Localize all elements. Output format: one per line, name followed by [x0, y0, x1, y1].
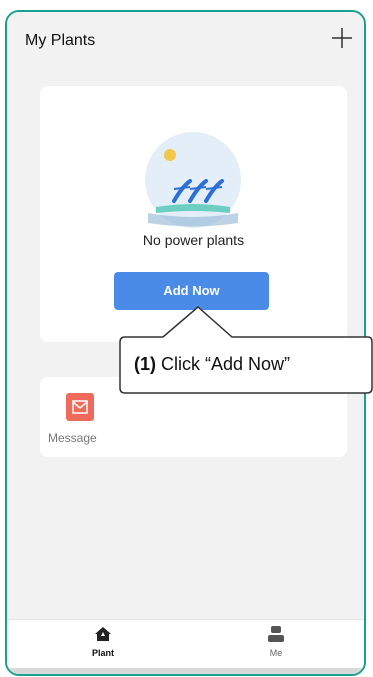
bottom-strip — [7, 668, 364, 674]
tab-me-label: Me — [269, 648, 283, 658]
callout-text: (1) Click “Add Now” — [134, 354, 290, 375]
tab-plant[interactable]: Plant — [73, 626, 133, 658]
empty-state-text: No power plants — [142, 232, 245, 248]
person-icon — [267, 626, 285, 646]
callout-instruction: Click “Add Now” — [161, 354, 291, 374]
callout-step: (1) — [134, 354, 156, 374]
page-title: My Plants — [25, 32, 96, 49]
envelope-icon[interactable] — [66, 393, 94, 421]
solar-panels-icon — [144, 131, 242, 229]
header: My Plants — [7, 12, 364, 70]
callout-bubble — [119, 306, 373, 394]
plus-icon[interactable] — [328, 24, 356, 52]
home-icon — [94, 627, 112, 646]
bottom-tab-bar: Plant Me — [7, 619, 364, 674]
tab-me[interactable]: Me — [246, 626, 306, 658]
message-label: Message — [48, 431, 97, 445]
tab-plant-label: Plant — [91, 648, 114, 658]
empty-state-card: No power plants Add Now — [40, 86, 347, 342]
